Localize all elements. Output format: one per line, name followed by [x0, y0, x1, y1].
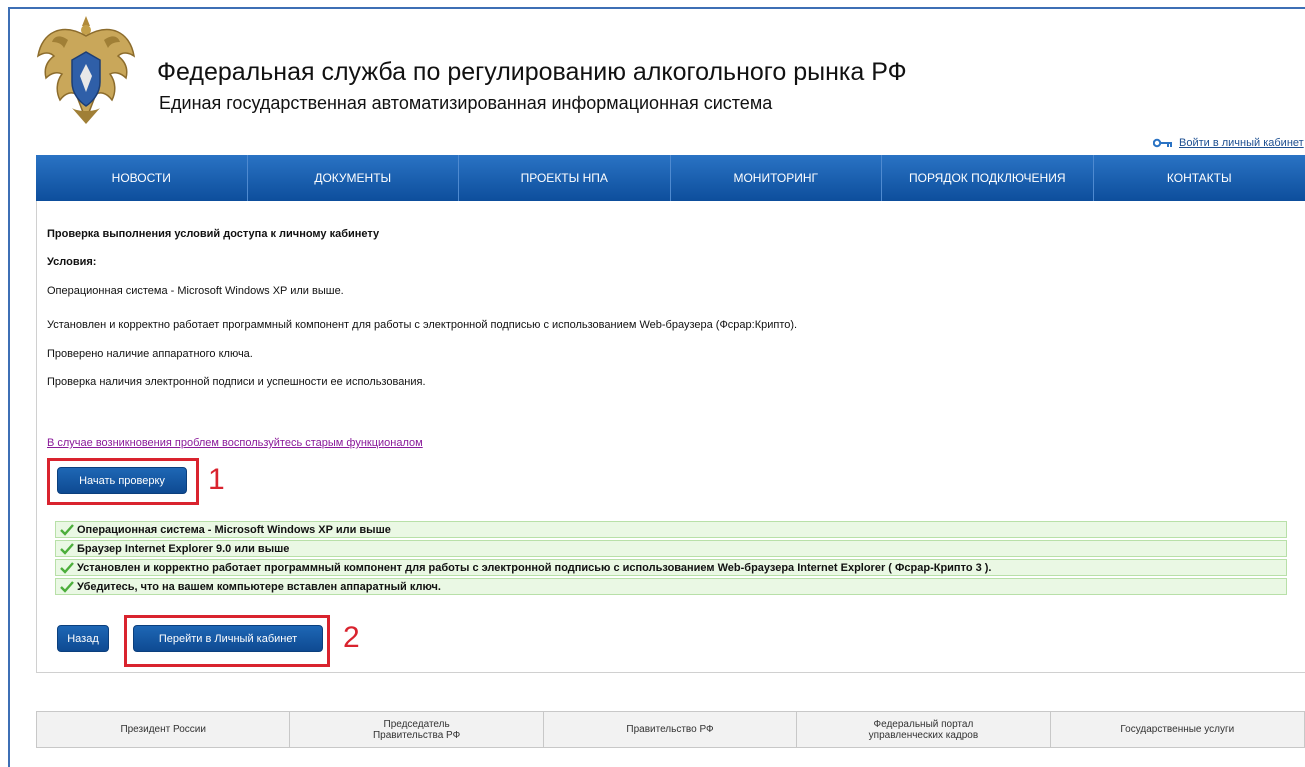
footer-link-chairman[interactable]: Председатель Правительства РФ: [290, 712, 543, 747]
check-results: Операционная система - Microsoft Windows…: [55, 521, 1287, 597]
check-result-row: Браузер Internet Explorer 9.0 или выше: [55, 540, 1287, 557]
nav-item-contacts[interactable]: КОНТАКТЫ: [1094, 155, 1305, 201]
key-icon: [1153, 138, 1173, 148]
login-link-label: Войти в личный кабинет: [1179, 137, 1304, 149]
check-result-row: Установлен и корректно работает программ…: [55, 559, 1287, 576]
nav-item-connection[interactable]: ПОРЯДОК ПОДКЛЮЧЕНИЯ: [882, 155, 1094, 201]
condition-item: Проверка наличия электронной подписи и у…: [47, 376, 426, 388]
step-marker-2: 2: [343, 621, 360, 655]
check-result-text: Установлен и корректно работает программ…: [77, 562, 992, 574]
checkmark-icon: [60, 543, 74, 555]
condition-item: Установлен и корректно работает программ…: [47, 319, 797, 331]
check-result-text: Операционная система - Microsoft Windows…: [77, 524, 391, 536]
old-functionality-link[interactable]: В случае возникновения проблем воспользу…: [47, 437, 423, 449]
checkmark-icon: [60, 524, 74, 536]
emblem-icon: [32, 12, 140, 130]
page-heading: Проверка выполнения условий доступа к ли…: [47, 228, 379, 240]
nav-item-projects[interactable]: ПРОЕКТЫ НПА: [459, 155, 671, 201]
condition-item: Операционная система - Microsoft Windows…: [47, 285, 344, 297]
footer-link-government[interactable]: Правительство РФ: [544, 712, 797, 747]
check-result-text: Убедитесь, что на вашем компьютере встав…: [77, 581, 441, 593]
check-result-row: Операционная система - Microsoft Windows…: [55, 521, 1287, 538]
step-marker-1: 1: [208, 463, 225, 497]
main-content: Проверка выполнения условий доступа к ли…: [36, 201, 1305, 673]
checkmark-icon: [60, 562, 74, 574]
login-cabinet-link[interactable]: Войти в личный кабинет: [1153, 137, 1304, 149]
main-nav: НОВОСТИ ДОКУМЕНТЫ ПРОЕКТЫ НПА МОНИТОРИНГ…: [36, 155, 1305, 201]
footer-link-gosuslugi[interactable]: Государственные услуги: [1051, 712, 1304, 747]
check-result-text: Браузер Internet Explorer 9.0 или выше: [77, 543, 289, 555]
nav-item-news[interactable]: НОВОСТИ: [36, 155, 248, 201]
start-check-button[interactable]: Начать проверку: [57, 467, 187, 494]
back-button[interactable]: Назад: [57, 625, 109, 652]
site-title: Федеральная служба по регулированию алко…: [157, 58, 907, 87]
check-result-row: Убедитесь, что на вашем компьютере встав…: [55, 578, 1287, 595]
site-header: Федеральная служба по регулированию алко…: [0, 0, 1305, 150]
condition-item: Проверено наличие аппаратного ключа.: [47, 348, 253, 360]
footer-link-president[interactable]: Президент России: [37, 712, 290, 747]
footer-link-personnel-portal[interactable]: Федеральный портал управленческих кадров: [797, 712, 1050, 747]
conditions-label: Условия:: [47, 256, 96, 268]
nav-item-monitoring[interactable]: МОНИТОРИНГ: [671, 155, 883, 201]
go-to-cabinet-button[interactable]: Перейти в Личный кабинет: [133, 625, 323, 652]
footer-links: Президент России Председатель Правительс…: [36, 711, 1305, 748]
site-subtitle: Единая государственная автоматизированна…: [159, 93, 772, 114]
nav-item-documents[interactable]: ДОКУМЕНТЫ: [248, 155, 460, 201]
checkmark-icon: [60, 581, 74, 593]
